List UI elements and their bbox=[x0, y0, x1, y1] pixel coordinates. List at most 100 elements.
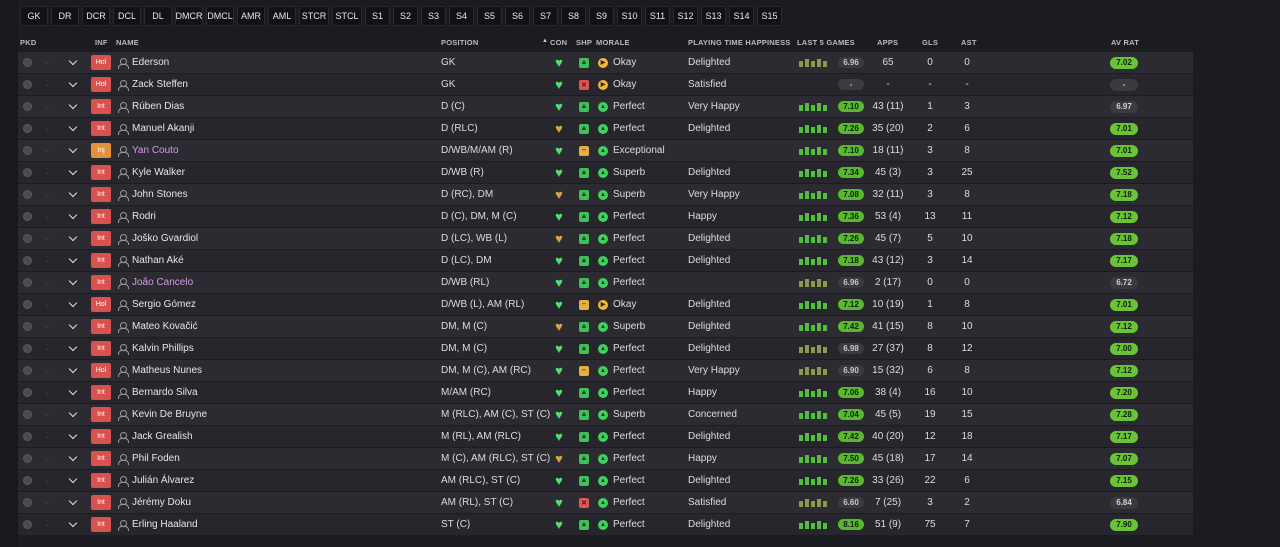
row-dropdown-button[interactable] bbox=[68, 206, 78, 227]
table-row[interactable]: - Int Jack Grealish M (RL), AM (RLC) ♥ ▲ ▲ Perf… bbox=[18, 426, 1193, 448]
row-dropdown-button[interactable] bbox=[68, 382, 78, 403]
table-row[interactable]: - Int Kalvin Phillips DM, M (C) ♥ ▲ ▲ Perfect De… bbox=[18, 338, 1193, 360]
pkd-toggle[interactable] bbox=[20, 206, 34, 227]
row-dropdown-button[interactable] bbox=[68, 360, 78, 381]
filter-s8[interactable]: S8 bbox=[561, 6, 586, 26]
player-name-cell[interactable]: Manuel Akanji bbox=[118, 118, 428, 139]
row-dropdown-button[interactable] bbox=[68, 52, 78, 73]
pkd-toggle[interactable] bbox=[20, 426, 34, 447]
filter-s15[interactable]: S15 bbox=[757, 6, 782, 26]
inf-badge[interactable]: Int bbox=[91, 209, 111, 224]
inf-badge[interactable]: Int bbox=[91, 429, 111, 444]
player-name-cell[interactable]: Matheus Nunes bbox=[118, 360, 428, 381]
filter-dcl[interactable]: DCL bbox=[113, 6, 141, 26]
header-position[interactable]: POSITION bbox=[441, 38, 478, 47]
filter-s7[interactable]: S7 bbox=[533, 6, 558, 26]
row-dropdown-button[interactable] bbox=[68, 338, 78, 359]
pkd-toggle[interactable] bbox=[20, 294, 34, 315]
player-name-cell[interactable]: John Stones bbox=[118, 184, 428, 205]
table-row[interactable]: - Hol Ederson GK ♥ ▲ ▶ Okay Delighted 6.96 65 0 0 7.0… bbox=[18, 52, 1193, 74]
player-name[interactable]: Sergio Gómez bbox=[132, 299, 196, 310]
table-row[interactable]: - Int Rúben Dias D (C) ♥ ▲ ▲ Perfect Very Happy 7… bbox=[18, 96, 1193, 118]
player-name-cell[interactable]: João Cancelo bbox=[118, 272, 428, 293]
pkd-toggle[interactable] bbox=[20, 470, 34, 491]
inf-badge[interactable]: Int bbox=[91, 385, 111, 400]
player-name[interactable]: Kyle Walker bbox=[132, 167, 185, 178]
table-row[interactable]: - Int Manuel Akanji D (RLC) ♥ ▲ ▲ Perfect Deligh… bbox=[18, 118, 1193, 140]
player-name[interactable]: Ederson bbox=[132, 57, 169, 68]
pkd-toggle[interactable] bbox=[20, 250, 34, 271]
player-name-cell[interactable]: Joško Gvardiol bbox=[118, 228, 428, 249]
player-name[interactable]: Erling Haaland bbox=[132, 519, 198, 530]
player-name[interactable]: Kevin De Bruyne bbox=[132, 409, 207, 420]
player-name-cell[interactable]: Julián Álvarez bbox=[118, 470, 428, 491]
filter-stcl[interactable]: STCL bbox=[332, 6, 362, 26]
filter-s1[interactable]: S1 bbox=[365, 6, 390, 26]
pkd-toggle[interactable] bbox=[20, 96, 34, 117]
inf-badge[interactable]: Int bbox=[91, 517, 111, 532]
filter-s12[interactable]: S12 bbox=[673, 6, 698, 26]
inf-badge[interactable]: Int bbox=[91, 165, 111, 180]
table-row[interactable]: - Hol Sergio Gómez D/WB (L), AM (RL) ♥ – ▶ Okay… bbox=[18, 294, 1193, 316]
row-dropdown-button[interactable] bbox=[68, 228, 78, 249]
player-name[interactable]: Bernardo Silva bbox=[132, 387, 198, 398]
filter-s10[interactable]: S10 bbox=[617, 6, 642, 26]
inf-badge[interactable]: Int bbox=[91, 187, 111, 202]
player-name-cell[interactable]: Ederson bbox=[118, 52, 428, 73]
row-dropdown-button[interactable] bbox=[68, 404, 78, 425]
pkd-toggle[interactable] bbox=[20, 316, 34, 337]
filter-s2[interactable]: S2 bbox=[393, 6, 418, 26]
inf-badge[interactable]: Hol bbox=[91, 363, 111, 378]
filter-dl[interactable]: DL bbox=[144, 6, 172, 26]
player-name[interactable]: Kalvin Phillips bbox=[132, 343, 194, 354]
filter-dmcr[interactable]: DMCR bbox=[175, 6, 203, 26]
table-row[interactable]: - Int Erling Haaland ST (C) ♥ ▲ ▲ Perfect Deligh… bbox=[18, 514, 1193, 536]
table-row[interactable]: - Int Nathan Aké D (LC), DM ♥ ▲ ▲ Perfect Deligh… bbox=[18, 250, 1193, 272]
row-dropdown-button[interactable] bbox=[68, 470, 78, 491]
row-dropdown-button[interactable] bbox=[68, 184, 78, 205]
header-happiness[interactable]: PLAYING TIME HAPPINESS bbox=[688, 38, 790, 47]
inf-badge[interactable]: Int bbox=[91, 275, 111, 290]
pkd-toggle[interactable] bbox=[20, 118, 34, 139]
pkd-toggle[interactable] bbox=[20, 514, 34, 535]
inf-badge[interactable]: Int bbox=[91, 99, 111, 114]
row-dropdown-button[interactable] bbox=[68, 118, 78, 139]
filter-aml[interactable]: AML bbox=[268, 6, 296, 26]
pkd-toggle[interactable] bbox=[20, 382, 34, 403]
row-dropdown-button[interactable] bbox=[68, 426, 78, 447]
player-name-cell[interactable]: Nathan Aké bbox=[118, 250, 428, 271]
player-name[interactable]: Matheus Nunes bbox=[132, 365, 202, 376]
row-dropdown-button[interactable] bbox=[68, 96, 78, 117]
player-name-cell[interactable]: Jérémy Doku bbox=[118, 492, 428, 513]
filter-stcr[interactable]: STCR bbox=[299, 6, 329, 26]
player-name[interactable]: João Cancelo bbox=[132, 277, 193, 288]
player-name-cell[interactable]: Phil Foden bbox=[118, 448, 428, 469]
table-row[interactable]: - Int João Cancelo D/WB (RL) ♥ ▲ ▲ Perfect 6.96 2… bbox=[18, 272, 1193, 294]
filter-dmcl[interactable]: DMCL bbox=[206, 6, 234, 26]
player-name-cell[interactable]: Zack Steffen bbox=[118, 74, 428, 95]
filter-s3[interactable]: S3 bbox=[421, 6, 446, 26]
filter-s13[interactable]: S13 bbox=[701, 6, 726, 26]
filter-gk[interactable]: GK bbox=[20, 6, 48, 26]
table-row[interactable]: - Hol Matheus Nunes DM, M (C), AM (RC) ♥ – ▲ Pe… bbox=[18, 360, 1193, 382]
player-name-cell[interactable]: Mateo Kovačić bbox=[118, 316, 428, 337]
pkd-toggle[interactable] bbox=[20, 448, 34, 469]
filter-s4[interactable]: S4 bbox=[449, 6, 474, 26]
inf-badge[interactable]: Hol bbox=[91, 77, 111, 92]
filter-s6[interactable]: S6 bbox=[505, 6, 530, 26]
inf-badge[interactable]: Inj bbox=[91, 143, 111, 158]
header-name[interactable]: NAME bbox=[116, 38, 139, 47]
player-name-cell[interactable]: Rúben Dias bbox=[118, 96, 428, 117]
header-con[interactable]: CON bbox=[550, 38, 567, 47]
inf-badge[interactable]: Int bbox=[91, 407, 111, 422]
header-morale[interactable]: MORALE bbox=[596, 38, 630, 47]
inf-badge[interactable]: Int bbox=[91, 253, 111, 268]
player-name-cell[interactable]: Kyle Walker bbox=[118, 162, 428, 183]
inf-badge[interactable]: Int bbox=[91, 495, 111, 510]
player-name[interactable]: Mateo Kovačić bbox=[132, 321, 198, 332]
inf-badge[interactable]: Int bbox=[91, 319, 111, 334]
player-name[interactable]: Manuel Akanji bbox=[132, 123, 194, 134]
header-last5[interactable]: LAST 5 GAMES bbox=[797, 38, 855, 47]
header-pkd[interactable]: PKD bbox=[20, 38, 36, 47]
row-dropdown-button[interactable] bbox=[68, 140, 78, 161]
